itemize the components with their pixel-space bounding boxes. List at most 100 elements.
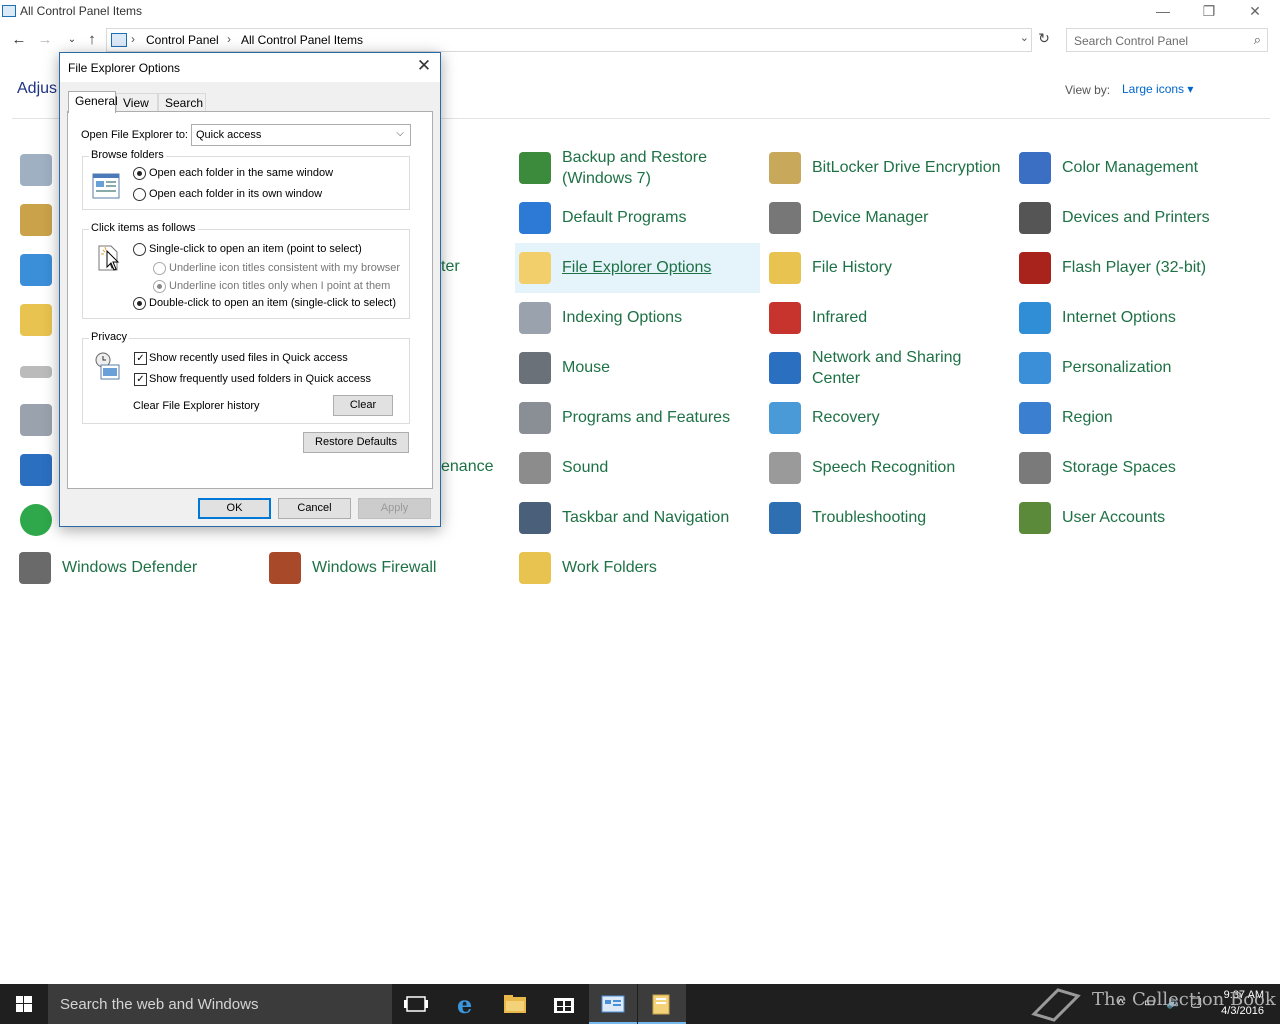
search-input[interactable]: Search Control Panel ⌕	[1066, 28, 1268, 52]
cp-item-taskbar-and-navigation[interactable]: Taskbar and Navigation	[515, 493, 760, 543]
same-window-radio[interactable]	[133, 167, 146, 180]
cp-item-windows-defender[interactable]: Windows Defender	[15, 543, 260, 593]
cp-item-label[interactable]: Windows Firewall	[312, 557, 436, 578]
fonts-icon[interactable]	[20, 304, 52, 336]
cp-item-label[interactable]: Flash Player (32-bit)	[1062, 257, 1206, 278]
cp-item-file-explorer-options[interactable]: File Explorer Options	[515, 243, 760, 293]
cp-item-label[interactable]: Windows Defender	[62, 557, 197, 578]
double-click-radio[interactable]	[133, 297, 146, 310]
keyboard-icon[interactable]	[20, 366, 52, 378]
underline-point-label[interactable]: Underline icon titles only when I point …	[169, 280, 390, 292]
cp-item-speech-recognition[interactable]: Speech Recognition	[765, 443, 1010, 493]
underline-browser-radio[interactable]	[153, 262, 166, 275]
cp-item-user-accounts[interactable]: User Accounts	[1015, 493, 1260, 543]
cp-item-label[interactable]: Indexing Options	[562, 307, 682, 328]
cp-item-label[interactable]: Speech Recognition	[812, 457, 955, 478]
address-field[interactable]: › Control Panel › All Control Panel Item…	[106, 28, 1032, 52]
cp-item-region[interactable]: Region	[1015, 393, 1260, 443]
cp-item-default-programs[interactable]: Default Programs	[515, 193, 760, 243]
view-by-dropdown[interactable]: Large icons ▾	[1122, 82, 1193, 96]
cp-item-bitlocker-drive-encryption[interactable]: BitLocker Drive Encryption	[765, 143, 1010, 193]
clear-button[interactable]: Clear	[333, 395, 393, 416]
folder-options-taskbar-icon[interactable]	[638, 984, 686, 1024]
task-view-icon[interactable]	[392, 984, 440, 1024]
cp-item-label[interactable]: Backup and Restore (Windows 7)	[562, 147, 757, 189]
cp-item-label[interactable]: File History	[812, 257, 892, 278]
autoplay-icon[interactable]	[20, 204, 52, 236]
cp-item-label[interactable]: Infrared	[812, 307, 867, 328]
display-icon[interactable]	[20, 254, 52, 286]
phone-and-modem-icon[interactable]	[20, 404, 52, 436]
cp-item-color-management[interactable]: Color Management	[1015, 143, 1260, 193]
cancel-button[interactable]: Cancel	[278, 498, 351, 519]
cp-item-label[interactable]: User Accounts	[1062, 507, 1165, 528]
cp-item-internet-options[interactable]: Internet Options	[1015, 293, 1260, 343]
cp-item-network-and-sharing-center[interactable]: Network and Sharing Center	[765, 343, 1010, 393]
apply-button[interactable]: Apply	[358, 498, 431, 519]
recent-files-label[interactable]: Show recently used files in Quick access	[149, 352, 348, 364]
recent-files-checkbox[interactable]: ✓	[134, 352, 147, 365]
back-arrow-icon[interactable]: ←	[9, 30, 29, 50]
cp-item-label[interactable]: Storage Spaces	[1062, 457, 1176, 478]
cp-item-file-history[interactable]: File History	[765, 243, 1010, 293]
cp-item-windows-firewall[interactable]: Windows Firewall	[265, 543, 510, 593]
underline-point-radio[interactable]	[153, 280, 166, 293]
cp-item-label[interactable]: Taskbar and Navigation	[562, 507, 729, 528]
cp-item-label[interactable]: Work Folders	[562, 557, 657, 578]
file-explorer-icon[interactable]	[491, 984, 539, 1024]
chevron-down-icon[interactable]: ⌵	[396, 128, 404, 139]
taskbar-search-box[interactable]: Search the web and Windows	[48, 984, 392, 1024]
cp-item-personalization[interactable]: Personalization	[1015, 343, 1260, 393]
own-window-label[interactable]: Open each folder in its own window	[149, 188, 322, 200]
cp-item-storage-spaces[interactable]: Storage Spaces	[1015, 443, 1260, 493]
forward-arrow-icon[interactable]: →	[35, 30, 55, 50]
restore-defaults-button[interactable]: Restore Defaults	[303, 432, 409, 453]
dialog-close-icon[interactable]: ✕	[414, 56, 434, 76]
remoteapp-icon[interactable]	[20, 454, 52, 486]
search-icon[interactable]: ⌕	[1254, 32, 1261, 48]
chevron-right-icon[interactable]: ›	[131, 32, 135, 46]
cp-item-label[interactable]: Programs and Features	[562, 407, 730, 428]
start-button[interactable]	[0, 984, 48, 1024]
cp-item-work-folders[interactable]: Work Folders	[515, 543, 760, 593]
cp-item-programs-and-features[interactable]: Programs and Features	[515, 393, 760, 443]
address-dropdown-icon[interactable]: ⌄	[1020, 31, 1029, 44]
tab-search[interactable]: Search	[158, 93, 206, 112]
cp-item-flash-player-32-bit[interactable]: Flash Player (32-bit)	[1015, 243, 1260, 293]
cp-item-label[interactable]: Default Programs	[562, 207, 687, 228]
cp-item-label[interactable]: Personalization	[1062, 357, 1171, 378]
cp-item-label[interactable]: Region	[1062, 407, 1113, 428]
cp-item-label[interactable]: Network and Sharing Center	[812, 347, 1007, 389]
close-window-button[interactable]: ✕	[1232, 0, 1278, 24]
cp-item-label[interactable]: Mouse	[562, 357, 610, 378]
minimize-button[interactable]: —	[1140, 0, 1186, 24]
cp-item-label[interactable]: File Explorer Options	[562, 257, 711, 278]
cp-item-label[interactable]: Recovery	[812, 407, 880, 428]
partial-item-label[interactable]: ter	[441, 258, 460, 276]
open-to-select[interactable]: Quick access ⌵	[191, 124, 411, 146]
cp-item-label[interactable]: Internet Options	[1062, 307, 1176, 328]
cp-item-label[interactable]: Color Management	[1062, 157, 1198, 178]
administrative-tools-icon[interactable]	[20, 154, 52, 186]
cp-item-device-manager[interactable]: Device Manager	[765, 193, 1010, 243]
cp-item-mouse[interactable]: Mouse	[515, 343, 760, 393]
frequent-folders-checkbox[interactable]: ✓	[134, 373, 147, 386]
cp-item-label[interactable]: BitLocker Drive Encryption	[812, 157, 1001, 178]
breadcrumb-control-panel[interactable]: Control Panel	[146, 33, 219, 47]
cp-item-label[interactable]: Sound	[562, 457, 608, 478]
chevron-right-icon[interactable]: ›	[227, 32, 231, 46]
tab-view[interactable]: View	[116, 93, 158, 112]
restore-button[interactable]: ❐	[1186, 0, 1232, 24]
tab-general[interactable]: General	[68, 91, 118, 113]
cp-item-label[interactable]: Troubleshooting	[812, 507, 926, 528]
double-click-label[interactable]: Double-click to open an item (single-cli…	[149, 297, 396, 309]
partial-item-label[interactable]: enance	[441, 458, 494, 476]
own-window-radio[interactable]	[133, 188, 146, 201]
single-click-label[interactable]: Single-click to open an item (point to s…	[149, 243, 362, 255]
underline-browser-label[interactable]: Underline icon titles consistent with my…	[169, 262, 400, 274]
cp-item-label[interactable]: Devices and Printers	[1062, 207, 1210, 228]
recent-locations-chevron-icon[interactable]: ⌄	[62, 30, 82, 50]
up-arrow-icon[interactable]: ↑	[82, 30, 102, 50]
cp-item-sound[interactable]: Sound	[515, 443, 760, 493]
cp-item-infrared[interactable]: Infrared	[765, 293, 1010, 343]
